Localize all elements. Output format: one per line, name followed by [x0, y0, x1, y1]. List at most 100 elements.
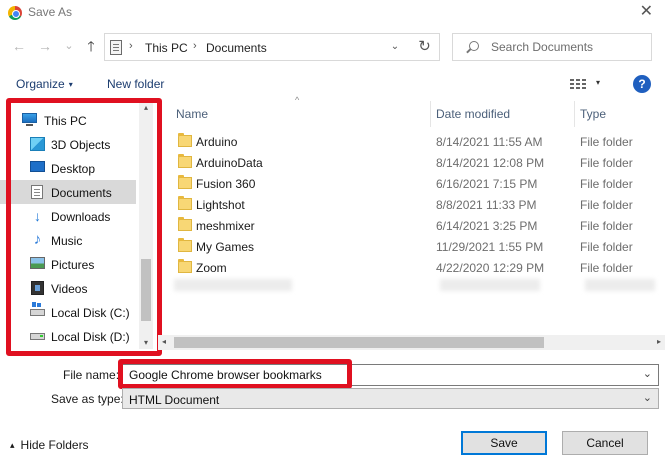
obscured-row — [585, 279, 655, 291]
documents-icon — [31, 185, 43, 199]
computer-icon — [22, 113, 37, 126]
file-type: File folder — [580, 240, 633, 254]
desktop-icon — [30, 161, 45, 172]
sidebar-item-label: Videos — [51, 282, 88, 296]
file-name: ArduinoData — [196, 156, 263, 170]
sidebar-item-label: Pictures — [51, 258, 95, 272]
breadcrumb-separator: › — [129, 40, 133, 52]
this-pc-icon — [110, 40, 122, 55]
hide-folders-label: Hide Folders — [20, 438, 89, 452]
file-type: File folder — [580, 156, 633, 170]
sidebar-item-label: Local Disk (C:) — [51, 306, 130, 320]
sidebar-item-music[interactable]: ♪ Music — [0, 228, 136, 252]
table-row[interactable]: Zoom 4/22/2020 12:29 PM File folder — [172, 257, 662, 278]
pictures-icon — [30, 257, 45, 269]
save-button[interactable]: Save — [461, 431, 547, 455]
file-name-input[interactable] — [129, 367, 629, 383]
table-row[interactable]: Arduino 8/14/2021 11:55 AM File folder — [172, 131, 662, 152]
column-header-type[interactable]: Type — [575, 101, 663, 125]
chevron-up-icon: ▴ — [10, 440, 15, 450]
sidebar-item-local-disk-d[interactable]: Local Disk (D:) — [0, 324, 136, 348]
file-date: 11/29/2021 1:55 PM — [436, 240, 544, 254]
window-title: Save As — [28, 5, 73, 19]
breadcrumb-separator[interactable]: › — [193, 40, 197, 52]
cancel-button[interactable]: Cancel — [562, 431, 648, 455]
chevron-down-icon[interactable]: ⌄ — [643, 367, 652, 380]
scrollbar-thumb[interactable] — [174, 337, 544, 348]
organize-menu[interactable]: Organize ▾ — [16, 77, 73, 91]
sidebar-item-this-pc[interactable]: This PC — [0, 108, 136, 132]
sidebar-item-desktop[interactable]: Desktop — [0, 156, 136, 180]
address-dropdown-button[interactable]: ⌄ — [384, 33, 406, 61]
sidebar-item-pictures[interactable]: Pictures — [0, 252, 136, 276]
column-header-date-modified[interactable]: Date modified — [431, 101, 574, 125]
scroll-left-arrow-icon[interactable]: ◂ — [162, 337, 166, 346]
title-bar: Save As ✕ — [0, 0, 665, 26]
sidebar-item-3d-objects[interactable]: 3D Objects — [0, 132, 136, 156]
sidebar-item-downloads[interactable]: ↓ Downloads — [0, 204, 136, 228]
sidebar-item-documents[interactable]: Documents — [0, 180, 136, 204]
folder-icon — [178, 154, 192, 168]
file-date: 8/8/2021 11:33 PM — [436, 198, 537, 212]
sidebar-item-label: Local Disk (D:) — [51, 330, 130, 344]
back-button[interactable]: ← — [10, 37, 28, 55]
file-type: File folder — [580, 261, 633, 275]
file-type: File folder — [580, 198, 633, 212]
file-name-combobox[interactable]: ⌄ — [122, 364, 659, 386]
command-toolbar: Organize ▾ New folder ▾ ? — [0, 72, 665, 96]
sidebar-item-videos[interactable]: Videos — [0, 276, 136, 300]
sidebar-item-local-disk-c[interactable]: Local Disk (C:) — [0, 300, 136, 324]
chevron-down-icon[interactable]: ▾ — [596, 78, 600, 87]
table-row[interactable]: Lightshot 8/8/2021 11:33 PM File folder — [172, 194, 662, 215]
music-icon: ♪ — [33, 231, 42, 248]
file-type: File folder — [580, 177, 633, 191]
local-disk-c-icon — [30, 303, 45, 316]
up-one-level-button[interactable]: 🡑 — [82, 37, 100, 55]
column-header-label: Name — [176, 107, 209, 121]
sidebar-item-label: This PC — [44, 114, 87, 128]
scrollbar-thumb[interactable] — [141, 259, 151, 321]
file-name: meshmixer — [196, 219, 255, 233]
new-folder-button[interactable]: New folder — [107, 77, 164, 91]
breadcrumb-documents[interactable]: Documents — [206, 41, 267, 55]
local-disk-d-icon — [30, 333, 45, 340]
table-row[interactable]: ArduinoData 8/14/2021 12:08 PM File fold… — [172, 152, 662, 173]
search-icon — [469, 41, 479, 51]
navigation-pane: This PC 3D Objects Desktop Documents ↓ D… — [0, 101, 156, 353]
breadcrumb-this-pc[interactable]: This PC — [145, 41, 188, 55]
organize-label: Organize — [16, 77, 65, 91]
navigation-pane-scrollbar[interactable]: ▴ ▾ — [139, 101, 153, 349]
file-type: File folder — [580, 135, 633, 149]
folder-icon — [178, 133, 192, 147]
column-header-label: Date modified — [436, 107, 511, 121]
sidebar-item-label: Downloads — [51, 210, 111, 224]
scroll-right-arrow-icon[interactable]: ▸ — [657, 337, 661, 346]
scroll-up-arrow-icon[interactable]: ▴ — [139, 103, 153, 112]
navigation-bar: ← → ⌄ 🡑 › This PC › Documents ⌄ ↻ — [0, 31, 665, 63]
recent-locations-button[interactable]: ⌄ — [60, 37, 78, 55]
table-row[interactable]: My Games 11/29/2021 1:55 PM File folder — [172, 236, 662, 257]
3d-objects-icon — [30, 137, 45, 151]
search-input[interactable] — [491, 39, 641, 55]
file-name: Fusion 360 — [196, 177, 256, 191]
close-button[interactable]: ✕ — [640, 2, 653, 22]
file-date: 8/14/2021 12:08 PM — [436, 156, 545, 170]
folder-icon — [178, 217, 192, 231]
chevron-down-icon[interactable]: ⌄ — [643, 391, 652, 404]
view-options-icon[interactable] — [570, 78, 586, 90]
file-list-horizontal-scrollbar[interactable]: ◂ ▸ — [158, 335, 665, 350]
obscured-row — [174, 279, 292, 291]
forward-button[interactable]: → — [36, 37, 54, 55]
refresh-button[interactable]: ↻ — [410, 33, 440, 61]
table-row[interactable]: Fusion 360 6/16/2021 7:15 PM File folder — [172, 173, 662, 194]
help-button[interactable]: ? — [633, 75, 651, 93]
file-date: 6/14/2021 3:25 PM — [436, 219, 538, 233]
save-as-type-select[interactable]: HTML Document ⌄ — [122, 388, 659, 409]
hide-folders-toggle[interactable]: ▴ Hide Folders — [10, 438, 89, 452]
search-box[interactable] — [452, 33, 652, 61]
column-header-name[interactable]: Name — [170, 101, 430, 125]
table-row[interactable]: meshmixer 6/14/2021 3:25 PM File folder — [172, 215, 662, 236]
file-name-label: File name: — [63, 368, 120, 382]
scroll-down-arrow-icon[interactable]: ▾ — [139, 338, 153, 347]
videos-icon — [31, 281, 44, 295]
